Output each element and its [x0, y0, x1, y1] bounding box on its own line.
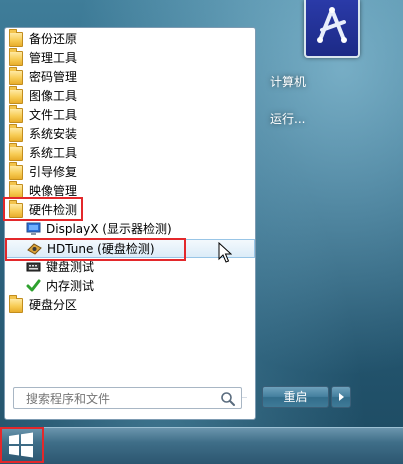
programs-list: 备份还原 管理工具 密码管理 图像工具 文件工具 系统安装 系统工具 引导修复: [5, 29, 255, 315]
menu-item-system-install[interactable]: 系统安装: [5, 124, 255, 144]
mouse-cursor-icon: [218, 242, 232, 263]
computer-link[interactable]: 计算机: [270, 73, 306, 90]
search-input[interactable]: [16, 389, 223, 409]
memory-check-icon: [26, 279, 41, 294]
run-link[interactable]: 运行...: [270, 110, 305, 127]
search-box[interactable]: [13, 387, 242, 409]
folder-icon: [9, 86, 23, 104]
search-icon[interactable]: [220, 391, 236, 407]
menu-item-password[interactable]: 密码管理: [5, 67, 255, 87]
taskbar: [0, 427, 403, 464]
menu-item-boot-repair[interactable]: 引导修复: [5, 162, 255, 182]
monitor-icon: [26, 222, 41, 237]
folder-icon: [9, 143, 23, 161]
folder-icon: [9, 124, 23, 142]
highlight-hdtune: [5, 238, 186, 261]
folder-icon: [9, 48, 23, 66]
folder-icon: [9, 295, 23, 313]
restart-button[interactable]: 重启: [262, 386, 329, 408]
user-logo-icon: [317, 7, 347, 43]
menu-item-memory-test[interactable]: 内存测试: [5, 277, 255, 296]
keyboard-icon: [26, 260, 41, 275]
user-picture[interactable]: [304, 0, 360, 58]
menu-item-file-tools[interactable]: 文件工具: [5, 105, 255, 125]
programs-panel: 备份还原 管理工具 密码管理 图像工具 文件工具 系统安装 系统工具 引导修复: [4, 27, 256, 420]
windows-logo-icon: [9, 432, 33, 458]
folder-icon: [9, 29, 23, 47]
folder-icon: [9, 105, 23, 123]
menu-item-admin-tools[interactable]: 管理工具: [5, 48, 255, 68]
menu-item-backup[interactable]: 备份还原: [5, 29, 255, 49]
folder-icon: [9, 162, 23, 180]
menu-item-disk-partition[interactable]: 硬盘分区: [5, 295, 255, 315]
menu-item-image-tools[interactable]: 图像工具: [5, 86, 255, 106]
highlight-hardware-detect: [3, 197, 83, 221]
restart-options-button[interactable]: [331, 386, 351, 408]
menu-item-displayx[interactable]: DisplayX (显示器检测): [5, 220, 255, 239]
menu-item-system-tools[interactable]: 系统工具: [5, 143, 255, 163]
folder-icon: [9, 67, 23, 85]
